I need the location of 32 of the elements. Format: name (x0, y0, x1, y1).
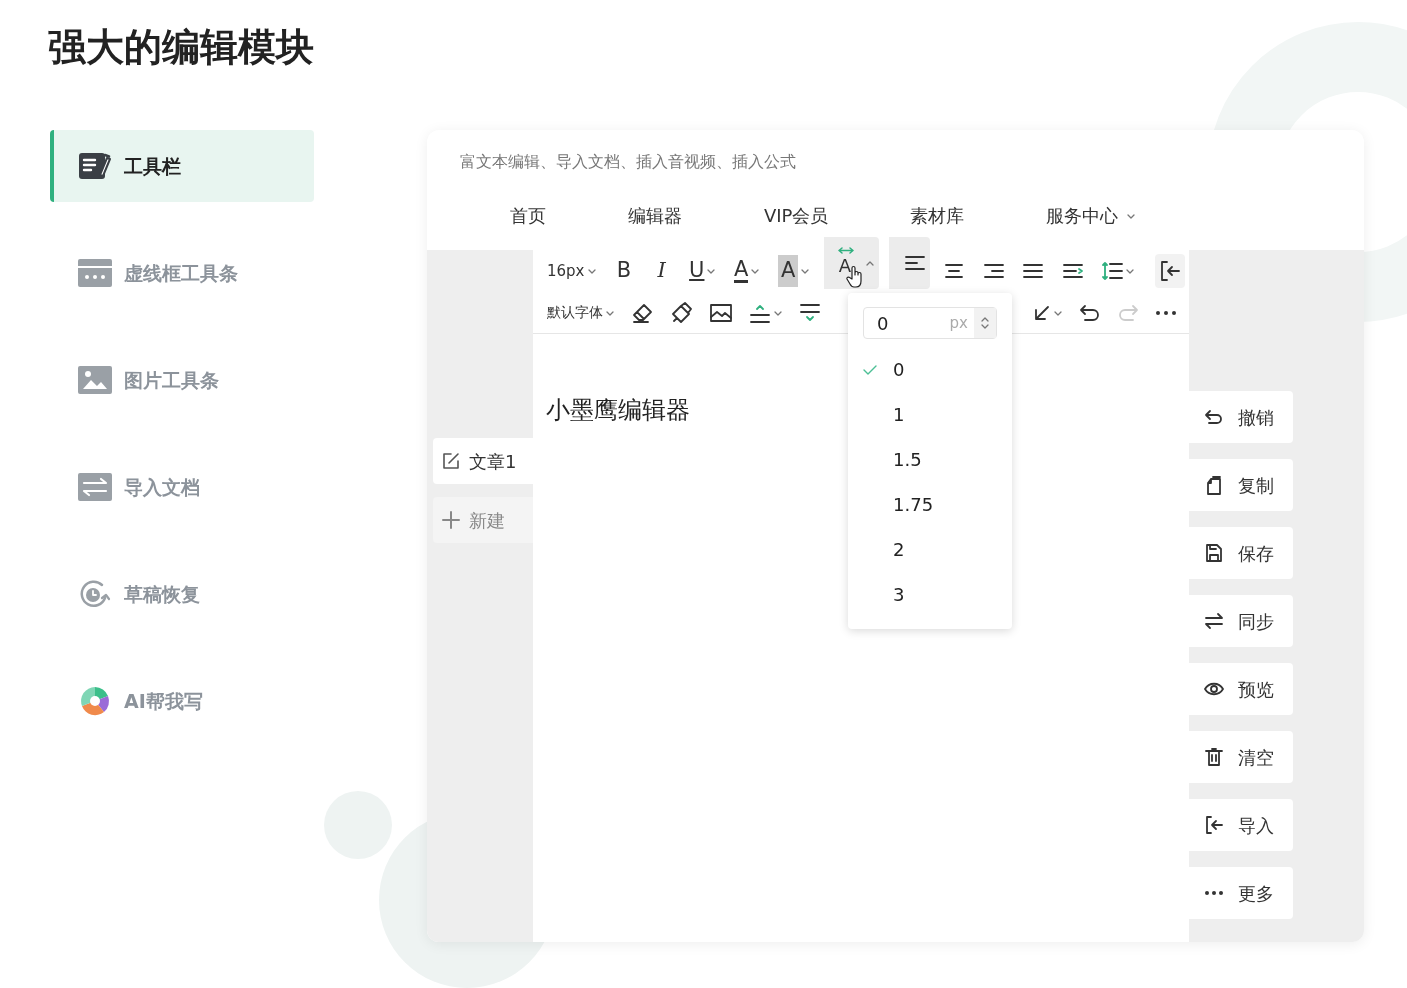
action-button[interactable]: 预览 (1189, 663, 1293, 715)
nav-link[interactable]: 服务中心 (1046, 202, 1137, 229)
document-tab[interactable]: 文章1 (433, 438, 533, 484)
action-button[interactable]: 清空 (1189, 731, 1293, 783)
action-button[interactable]: 保存 (1189, 527, 1293, 579)
nav-link[interactable]: 首页 (510, 202, 546, 229)
dropdown-option[interactable]: 3 (848, 572, 997, 617)
page-heading: 强大的编辑模块 (48, 24, 315, 71)
dropdown-option[interactable]: 0 (848, 347, 997, 392)
action-button[interactable]: 复制 (1189, 459, 1293, 511)
action-button[interactable]: 导入 (1189, 799, 1293, 851)
nav-link[interactable]: 素材库 (910, 202, 965, 229)
font-color-button[interactable]: A (730, 254, 765, 288)
dropdown-option[interactable]: 1.75 (848, 482, 997, 527)
action-button[interactable]: 撤销 (1189, 391, 1293, 443)
nav-link[interactable]: VIP会员 (764, 202, 829, 229)
dropdown-option[interactable]: 1.5 (848, 437, 997, 482)
nav-link[interactable]: 编辑器 (628, 202, 682, 229)
dropdown-option[interactable]: 2 (848, 527, 997, 572)
bold-button[interactable]: B (610, 254, 639, 288)
subtitle: 富文本编辑、导入文档、插入音视频、插入公式 (460, 151, 797, 173)
document-text: 小墨鹰编辑器 (546, 396, 690, 424)
highlight-button[interactable]: A (773, 254, 815, 288)
font-family-dropdown[interactable]: 默认字体 (543, 295, 619, 330)
underline-button[interactable]: U (685, 254, 721, 288)
number-input[interactable]: 0 px (863, 307, 997, 339)
font-size-dropdown[interactable]: 16px (543, 254, 601, 288)
feature-tab[interactable]: 工具栏 (50, 130, 314, 202)
action-button[interactable]: 更多 (1189, 867, 1293, 919)
action-button[interactable]: 同步 (1189, 595, 1293, 647)
dropdown-option[interactable]: 1 (848, 392, 997, 437)
italic-button[interactable]: I (647, 254, 676, 288)
